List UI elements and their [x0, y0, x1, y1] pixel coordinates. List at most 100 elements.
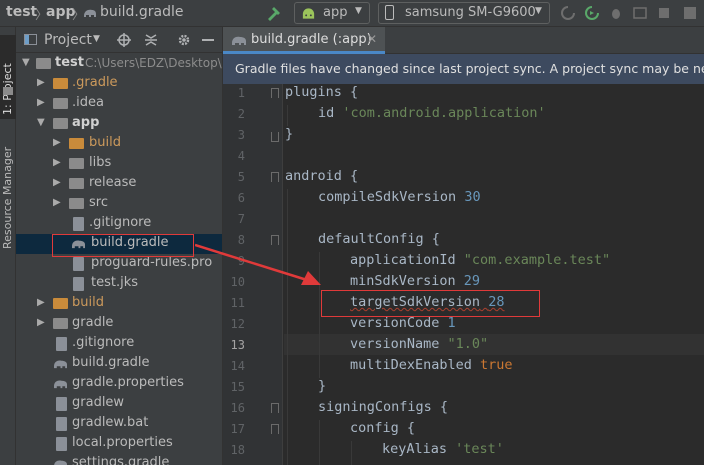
locate-file-icon[interactable]: [116, 32, 132, 48]
device-select[interactable]: samsung SM-G9600 ▼: [378, 2, 550, 24]
navigation-bar: test 〉 app 〉 build.gradle app ▼ samsung …: [0, 0, 704, 27]
tree-row-local-properties[interactable]: local.properties: [16, 434, 222, 454]
tree-row-test-jks[interactable]: test.jks: [16, 274, 222, 294]
file-icon: [73, 217, 84, 231]
phone-icon: [385, 5, 394, 20]
file-icon: [56, 437, 67, 451]
chevron-down-icon: ▼: [355, 6, 362, 16]
breadcrumb-project[interactable]: test: [6, 4, 37, 20]
gradle-elephant-icon: [54, 380, 67, 389]
tree-row-settings-gradle[interactable]: settings.gradle: [16, 454, 222, 465]
code-line-17: config {: [350, 420, 416, 436]
chevron-down-icon[interactable]: ▼: [93, 34, 100, 44]
tree-row-label: app: [72, 115, 100, 130]
tree-row-gradle-properties[interactable]: gradle.properties: [16, 374, 222, 394]
debug-icon[interactable]: [608, 5, 624, 21]
project-view-icon: [24, 34, 37, 45]
code-line-16: signingConfigs {: [318, 399, 449, 415]
tree-row-test[interactable]: ▼ test C:\Users\EDZ\Desktop\: [16, 54, 222, 74]
tree-row-label: gradle: [72, 315, 114, 330]
gradle-elephant-icon: [232, 36, 246, 45]
project-tool-tab[interactable]: 1: Project: [0, 35, 16, 119]
folder-icon: [69, 138, 84, 149]
gear-icon[interactable]: [176, 32, 192, 48]
close-icon[interactable]: ✕: [367, 32, 377, 46]
code-line-12: versionCode 1: [350, 315, 456, 331]
fold-marker-icon[interactable]: [271, 172, 279, 182]
code-line-18: keyAlias 'test': [382, 441, 504, 457]
file-icon: [56, 337, 67, 351]
tab-label: build.gradle (:app): [251, 32, 372, 47]
line-number: 7: [237, 212, 245, 226]
line-number: 16: [230, 401, 245, 415]
tree-row-label: build: [72, 295, 104, 310]
chevron-down-icon: ▼: [22, 57, 30, 68]
resource-manager-tab[interactable]: Resource Manager: [0, 123, 16, 249]
gradle-sync-banner: Gradle files have changed since last pro…: [223, 54, 704, 84]
fold-marker-icon[interactable]: [271, 88, 279, 98]
tree-row-release[interactable]: ▶ release: [16, 174, 222, 194]
attach-debugger-icon[interactable]: [656, 5, 672, 21]
tree-row-label: libs: [89, 155, 112, 170]
apply-changes-icon[interactable]: [560, 5, 576, 21]
gradle-elephant-icon: [54, 360, 67, 369]
tree-row-gradle-dir[interactable]: ▶ .gradle: [16, 74, 222, 94]
line-number: 2: [237, 107, 245, 121]
tree-row-app-gitignore[interactable]: .gitignore: [16, 214, 222, 234]
editor-tab-bar: build.gradle (:app) ✕: [223, 27, 704, 54]
fold-marker-icon[interactable]: [271, 424, 279, 434]
tree-row-label: build: [89, 135, 121, 150]
apply-code-changes-icon[interactable]: [584, 5, 600, 21]
tree-row-label: .gitignore: [72, 335, 135, 350]
tree-row-label: release: [89, 175, 137, 190]
tool-window-stripe: 1: Project Resource Manager: [0, 27, 16, 465]
profile-icon[interactable]: [632, 5, 648, 21]
tab-build-gradle-app[interactable]: build.gradle (:app) ✕: [223, 27, 385, 54]
line-number-current: 13: [230, 338, 245, 352]
chevron-right-icon: ▶: [37, 317, 45, 328]
chevron-right-icon: ▶: [37, 297, 45, 308]
build-hammer-icon[interactable]: [266, 5, 282, 21]
current-line-highlight: [284, 334, 704, 355]
tree-row-app-build[interactable]: ▶ build: [16, 134, 222, 154]
run-configuration-select[interactable]: app ▼: [294, 2, 370, 24]
tree-row-build[interactable]: ▶ build: [16, 294, 222, 314]
tree-row-gradlew[interactable]: gradlew: [16, 394, 222, 414]
tree-row-gradlew-bat[interactable]: gradlew.bat: [16, 414, 222, 434]
collapse-all-icon[interactable]: [143, 32, 159, 48]
folder-icon: [69, 178, 84, 189]
code-line-6: compileSdkVersion 30: [318, 189, 481, 205]
tree-row-label: .gradle: [72, 75, 118, 90]
tree-row-label: .idea: [72, 95, 104, 110]
tree-row-src[interactable]: ▶ src: [16, 194, 222, 214]
tree-row-label: gradlew.bat: [72, 415, 149, 430]
fold-marker-icon[interactable]: [271, 132, 279, 142]
tree-row-gradle[interactable]: ▶ gradle: [16, 314, 222, 334]
chevron-right-icon: ▶: [53, 177, 61, 188]
tree-row-app[interactable]: ▼ app: [16, 114, 222, 134]
indent-guide: [319, 420, 320, 465]
tree-row-label: test.jks: [91, 275, 139, 290]
stop-icon[interactable]: [682, 5, 698, 21]
line-number: 1: [237, 86, 245, 100]
tree-row-build-gradle[interactable]: build.gradle: [16, 354, 222, 374]
file-icon: [56, 397, 67, 411]
annotation-box-build-gradle: [52, 234, 194, 257]
folder-icon: [53, 318, 68, 329]
tree-row-libs[interactable]: ▶ libs: [16, 154, 222, 174]
hide-panel-icon[interactable]: [202, 39, 214, 41]
tree-row-proguard[interactable]: proguard-rules.pro: [16, 254, 222, 274]
line-number: 15: [230, 380, 245, 394]
gradle-elephant-icon: [84, 9, 96, 17]
folder-icon: [53, 98, 68, 109]
code-line-8: defaultConfig {: [318, 231, 440, 247]
indent-guide: [287, 189, 288, 465]
line-number: 14: [230, 359, 245, 373]
fold-marker-icon[interactable]: [271, 403, 279, 413]
code-line-9: applicationId "com.example.test": [350, 252, 611, 268]
breadcrumb-file[interactable]: build.gradle: [100, 4, 184, 20]
tree-row-gitignore[interactable]: .gitignore: [16, 334, 222, 354]
project-view-label[interactable]: Project: [44, 32, 92, 48]
tree-row-idea[interactable]: ▶ .idea: [16, 94, 222, 114]
code-line-13: versionName "1.0": [350, 336, 489, 352]
